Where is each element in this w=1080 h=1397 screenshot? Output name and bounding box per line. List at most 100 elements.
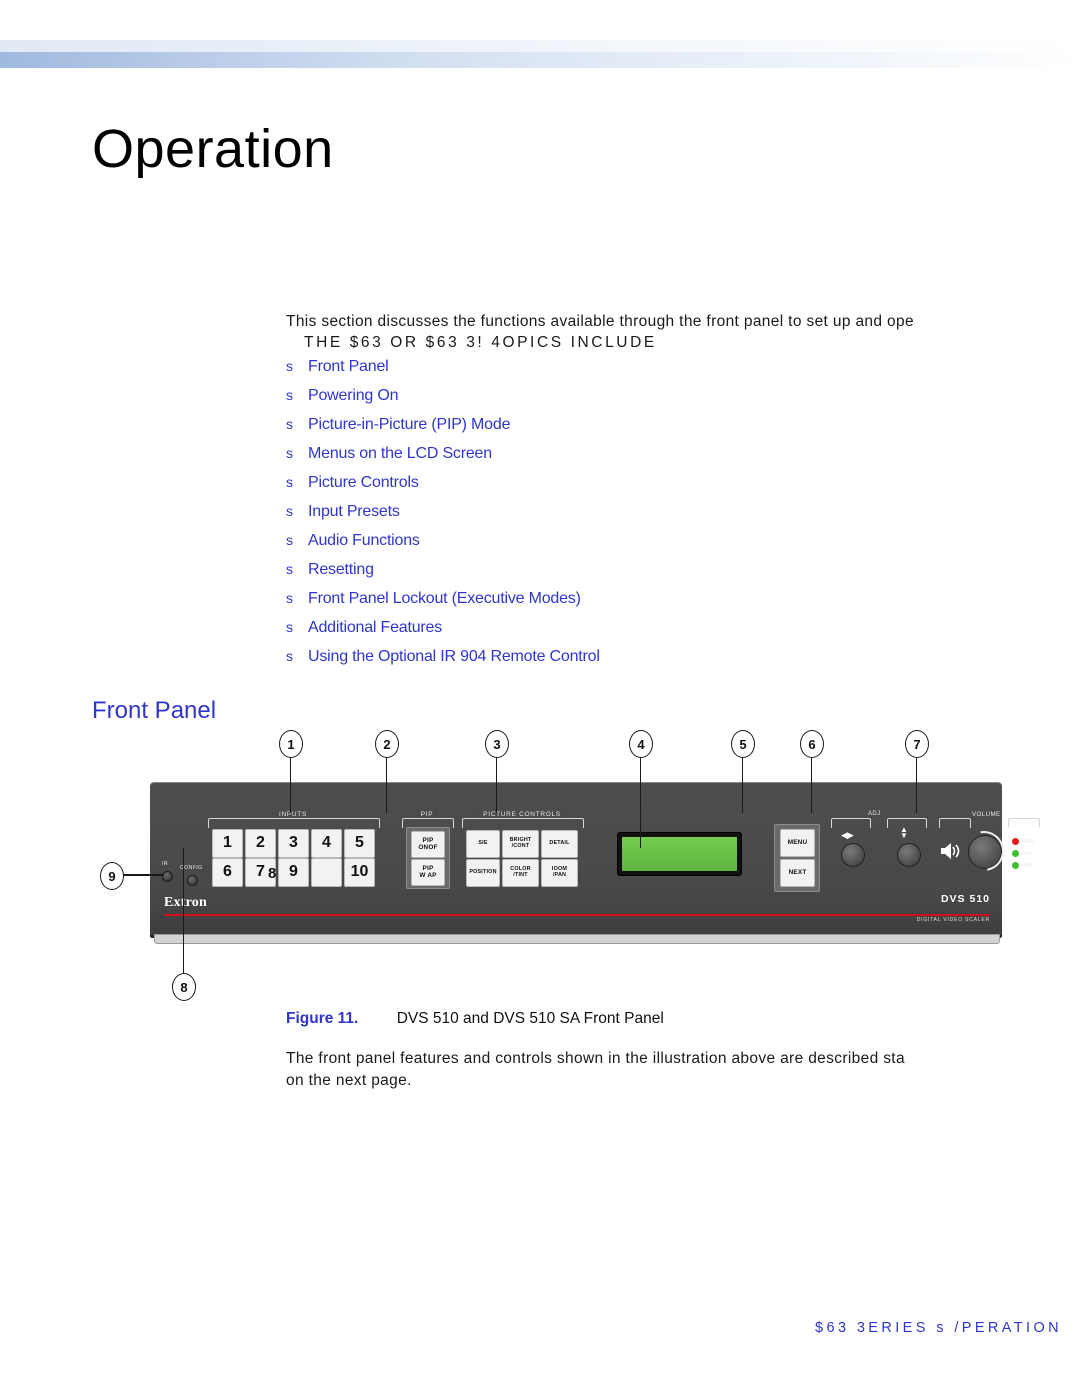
list-item[interactable]: s Input Presets bbox=[286, 503, 600, 532]
list-item-label[interactable]: Powering On bbox=[308, 387, 398, 405]
section-heading: Front Panel bbox=[92, 697, 217, 724]
input-button-1[interactable]: 1 bbox=[212, 829, 243, 858]
list-item[interactable]: s Front Panel Lockout (Executive Modes) bbox=[286, 590, 600, 619]
input-button-8-overlap: 8 bbox=[268, 865, 277, 882]
volume-group-text: VOLUME bbox=[972, 811, 1001, 818]
list-item[interactable]: s Using the Optional IR 904 Remote Contr… bbox=[286, 648, 600, 677]
intro-paragraph: This section discusses the functions ava… bbox=[286, 312, 1080, 354]
input-button-4[interactable]: 4 bbox=[311, 829, 342, 858]
callout-5: 5 bbox=[731, 730, 755, 758]
bright-line2: /CONT bbox=[511, 843, 530, 849]
list-item[interactable]: s Resetting bbox=[286, 561, 600, 590]
menu-button[interactable]: MENU bbox=[780, 829, 815, 857]
input-button-6[interactable]: 6 bbox=[212, 858, 243, 887]
list-item-label[interactable]: Resetting bbox=[308, 561, 374, 579]
lcd-bezel bbox=[617, 832, 742, 876]
callout-2-leader bbox=[385, 756, 388, 813]
list-item[interactable]: s Menus on the LCD Screen bbox=[286, 445, 600, 474]
size-button[interactable]: SIE bbox=[466, 830, 500, 858]
list-item-label[interactable]: Front Panel Lockout (Executive Modes) bbox=[308, 590, 581, 608]
figure-number: Figure 11. bbox=[286, 1010, 359, 1027]
list-item-label[interactable]: Using the Optional IR 904 Remote Control bbox=[308, 648, 600, 666]
figure-caption: Figure 11. DVS 510 and DVS 510 SA Front … bbox=[286, 1010, 664, 1028]
list-item-label[interactable]: Input Presets bbox=[308, 503, 400, 521]
list-item-label[interactable]: Front Panel bbox=[308, 358, 389, 376]
list-item[interactable]: s Picture-in-Picture (PIP) Mode bbox=[286, 416, 600, 445]
input-button-10[interactable]: 10 bbox=[344, 858, 375, 887]
led-mid bbox=[1012, 850, 1019, 857]
list-item[interactable]: s Additional Features bbox=[286, 619, 600, 648]
bullet-icon: s bbox=[286, 358, 293, 374]
bullet-icon: s bbox=[286, 532, 293, 548]
list-item[interactable]: s Front Panel bbox=[286, 358, 600, 387]
position-button[interactable]: POSITION bbox=[466, 859, 500, 887]
color-tint-button[interactable]: COLOR /TINT bbox=[502, 859, 539, 887]
led-min-label: MIN bbox=[1022, 863, 1033, 869]
volume-group-left-bracket bbox=[939, 811, 971, 829]
callout-7: 7 bbox=[905, 730, 929, 758]
list-item-label[interactable]: Additional Features bbox=[308, 619, 442, 637]
list-item-label[interactable]: Picture-in-Picture (PIP) Mode bbox=[308, 416, 510, 434]
model-subtitle: DIGITAL VIDEO SCALER bbox=[916, 917, 990, 923]
list-item[interactable]: s Picture Controls bbox=[286, 474, 600, 503]
page-footer: $63 3ERIES s /PERATION bbox=[815, 1320, 1062, 1336]
input-button-2[interactable]: 2 bbox=[245, 829, 276, 858]
bullet-icon: s bbox=[286, 561, 293, 577]
size-line1: SIE bbox=[478, 840, 488, 847]
front-panel-figure: 1 2 3 4 5 6 7 8 9 IR CONFIG INPUTS 1 2 3… bbox=[100, 730, 1040, 1001]
list-item-label[interactable]: Picture Controls bbox=[308, 474, 419, 492]
zoom-line2: /PAN bbox=[552, 872, 567, 878]
pip-onoff-button[interactable]: PIP ONOF bbox=[411, 831, 445, 858]
next-button[interactable]: NEXT bbox=[780, 859, 815, 887]
callout-6: 6 bbox=[800, 730, 824, 758]
volume-group-right-bracket bbox=[1008, 811, 1040, 829]
input-button-3[interactable]: 3 bbox=[278, 829, 309, 858]
bullet-icon: s bbox=[286, 590, 293, 606]
detail-button[interactable]: DETAIL bbox=[541, 830, 578, 858]
position-line1: POSITION bbox=[469, 869, 497, 876]
input-button-9[interactable]: 9 bbox=[278, 858, 309, 887]
pip-swap-button[interactable]: PIP W AP bbox=[411, 859, 445, 886]
callout-4-leader bbox=[639, 756, 642, 848]
zoom-pan-button[interactable]: IOOM /PAN bbox=[541, 859, 578, 887]
up-down-arrow-icon: ▲ ▼ bbox=[900, 825, 908, 840]
intro-line-2: THE $63 OR $63 3! 4OPICS INCLUDE bbox=[304, 334, 657, 351]
input-button-5[interactable]: 5 bbox=[344, 829, 375, 858]
left-right-arrow-icon: ◀▶ bbox=[841, 830, 854, 840]
outro-paragraph: The front panel features and controls sh… bbox=[286, 1048, 1080, 1092]
adjust-bracket-left bbox=[831, 818, 871, 828]
speaker-icon bbox=[941, 843, 960, 859]
bright-cont-button[interactable]: BRIGHT /CONT bbox=[502, 830, 539, 858]
page-title: Operation bbox=[92, 119, 334, 179]
vertical-adjust-knob[interactable] bbox=[897, 843, 921, 867]
callout-9: 9 bbox=[100, 862, 124, 890]
callout-1-leader bbox=[289, 756, 292, 813]
list-item[interactable]: s Powering On bbox=[286, 387, 600, 416]
chassis-foot bbox=[154, 934, 1000, 944]
callout-3-leader bbox=[495, 756, 498, 813]
led-min bbox=[1012, 862, 1019, 869]
config-port[interactable] bbox=[187, 875, 198, 886]
list-item-label[interactable]: Menus on the LCD Screen bbox=[308, 445, 492, 463]
picture-controls-bracket bbox=[462, 818, 584, 828]
figure-caption-text: DVS 510 and DVS 510 SA Front Panel bbox=[396, 1010, 664, 1027]
callout-6-leader bbox=[810, 756, 813, 813]
led-max bbox=[1012, 838, 1019, 845]
list-item-label[interactable]: Audio Functions bbox=[308, 532, 420, 550]
inputs-group-label: INPUTS bbox=[208, 811, 380, 829]
list-item[interactable]: s Audio Functions bbox=[286, 532, 600, 561]
callout-5-leader bbox=[741, 756, 744, 813]
adjust-group-left-bracket bbox=[831, 811, 871, 829]
inputs-group-text: INPUTS bbox=[274, 811, 312, 818]
led-mid-label: MID bbox=[1022, 851, 1033, 857]
callout-2: 2 bbox=[375, 730, 399, 758]
pip-swap-line2: W AP bbox=[419, 871, 437, 879]
input-button-blank[interactable] bbox=[311, 858, 342, 887]
horizontal-adjust-knob[interactable] bbox=[841, 843, 865, 867]
outro-line-2: on the next page. bbox=[286, 1072, 412, 1089]
picture-controls-group-label: PICTURE CONTROLS bbox=[462, 811, 584, 829]
bullet-icon: s bbox=[286, 387, 293, 403]
bullet-icon: s bbox=[286, 619, 293, 635]
callout-9-leader bbox=[122, 874, 164, 876]
callout-3: 3 bbox=[485, 730, 509, 758]
